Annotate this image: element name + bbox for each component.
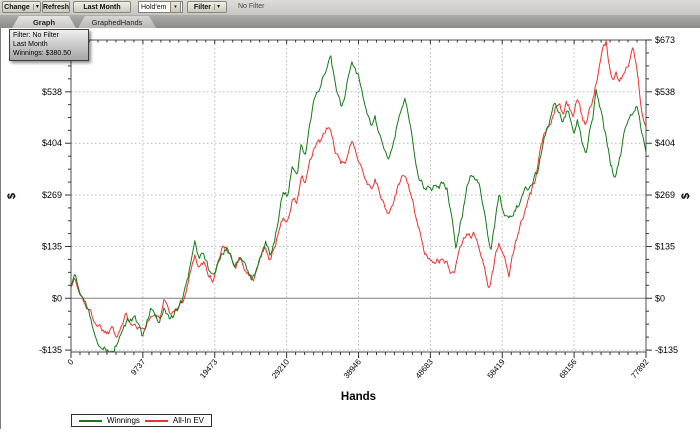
- y-axis-title-left: $: [6, 193, 18, 199]
- y-axis-label-left: -$135: [39, 345, 62, 355]
- y-axis-label-right: $538: [655, 87, 675, 97]
- graph-info-box: Filter: No Filter Last Month Winnings: $…: [9, 29, 89, 61]
- game-type-value: Hold'em: [141, 3, 167, 11]
- y-axis-label-left: $269: [42, 190, 62, 200]
- x-axis-label: 9737: [129, 357, 148, 377]
- x-axis-label: 0: [66, 357, 76, 367]
- last-month-button-label: Last Month: [83, 3, 121, 11]
- filter-button-label: Filter: [193, 3, 212, 11]
- y-axis-label-right: $0: [655, 293, 665, 303]
- allin-ev-legend-swatch: [144, 419, 168, 422]
- x-axis-label: 19473: [198, 357, 220, 380]
- change-button[interactable]: Change ▾: [2, 1, 41, 13]
- refresh-button-label: Refresh: [42, 3, 70, 11]
- winnings-legend-swatch: [78, 419, 102, 422]
- y-axis-title-right: $: [680, 193, 692, 199]
- x-axis-title: Hands: [341, 391, 376, 403]
- refresh-button[interactable]: Refresh: [42, 1, 70, 13]
- change-button-label: Change: [4, 3, 30, 11]
- last-month-button[interactable]: Last Month: [73, 1, 131, 13]
- winnings-legend-label: Winnings: [106, 416, 140, 425]
- y-axis-label-right: $673: [655, 35, 675, 45]
- dropdown-arrow-icon: ▾: [32, 4, 39, 10]
- tab-graphed-hands-label: GraphedHands: [91, 17, 143, 27]
- winnings-chart: -$135 -$135 $0 $0 $135 $135 $269 $269 $404 $404 $5…: [6, 35, 692, 403]
- combo-dropdown-button[interactable]: ▾: [170, 1, 181, 13]
- y-axis-label-right: $135: [655, 241, 675, 251]
- allin-ev-legend-label: All-In EV: [172, 416, 205, 425]
- x-axis-label: 77892: [629, 357, 651, 380]
- x-axis-label: 29210: [270, 357, 292, 380]
- tab-graph[interactable]: Graph: [12, 16, 76, 28]
- tab-graphed-hands[interactable]: GraphedHands: [78, 16, 156, 28]
- dropdown-arrow-icon: ▾: [214, 4, 220, 10]
- tab-strip: Graph GraphedHands: [0, 15, 700, 29]
- y-axis-label-left: $135: [42, 241, 62, 251]
- filter-status-text: No Filter: [238, 3, 265, 10]
- toolbar: Change ▾ Refresh Last Month Hold'em ▾ Fi…: [0, 0, 700, 16]
- dropdown-arrow-icon: ▾: [174, 4, 177, 10]
- x-axis-label: 68156: [557, 357, 579, 380]
- y-axis-label-left: $538: [42, 87, 62, 97]
- y-axis-label-left: $0: [52, 293, 62, 303]
- y-axis-label-right: $269: [655, 190, 675, 200]
- info-filter-line: Filter: No Filter: [13, 32, 59, 39]
- game-type-select[interactable]: Hold'em ▾: [138, 1, 183, 13]
- x-axis-label: 38946: [342, 357, 364, 380]
- y-axis-label-right: $404: [655, 138, 675, 148]
- x-axis-label: 58419: [486, 357, 508, 380]
- y-axis-label-left: $404: [42, 138, 62, 148]
- tab-graph-label: Graph: [32, 17, 56, 27]
- winnings-graph-panel: Filter: No Filter Last Month Winnings: $…: [0, 28, 700, 429]
- y-axis-label-right: -$135: [655, 345, 678, 355]
- filter-button[interactable]: Filter ▾: [187, 1, 227, 13]
- info-period-line: Last Month: [13, 41, 48, 48]
- chart-legend: Winnings All-In EV: [71, 414, 212, 427]
- info-winnings-line: Winnings: $380.50: [13, 50, 71, 57]
- x-axis-label: 48683: [414, 357, 436, 380]
